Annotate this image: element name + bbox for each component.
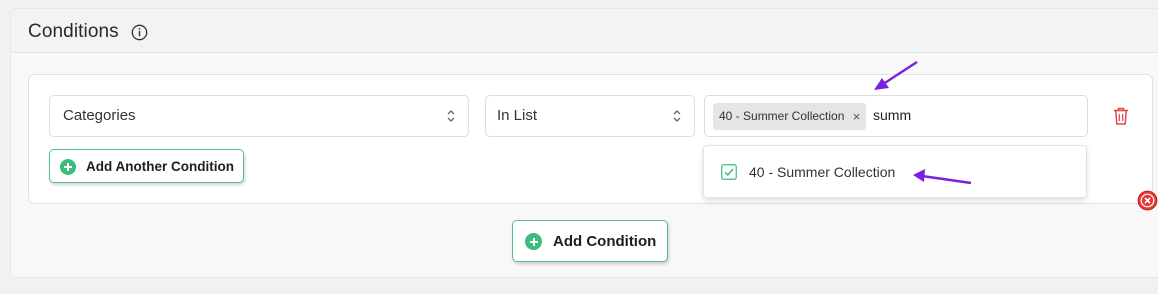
- multiselect-search-input[interactable]: summ: [873, 107, 911, 123]
- operator-select-value: In List: [497, 107, 538, 124]
- selected-tag-label: 40 - Summer Collection: [719, 109, 845, 123]
- add-condition-label: Add Condition: [553, 233, 657, 250]
- remove-tag-button[interactable]: ×: [853, 103, 861, 130]
- values-multiselect[interactable]: 40 - Summer Collection × summ: [704, 95, 1088, 137]
- panel-header: Conditions: [11, 9, 1158, 53]
- add-another-condition-label: Add Another Condition: [86, 159, 234, 174]
- up-down-chevron-icon: [447, 110, 455, 122]
- add-another-condition-button[interactable]: Add Another Condition: [49, 149, 244, 183]
- trash-icon[interactable]: [1112, 106, 1130, 126]
- plus-circle-icon: [525, 233, 542, 250]
- field-select[interactable]: Categories: [49, 95, 469, 137]
- values-dropdown: 40 - Summer Collection: [703, 145, 1087, 198]
- panel-title: Conditions: [28, 21, 119, 42]
- operator-select[interactable]: In List: [485, 95, 695, 137]
- checkbox-check-icon[interactable]: [721, 164, 737, 180]
- add-condition-button[interactable]: Add Condition: [512, 220, 668, 262]
- plus-circle-icon: [60, 159, 76, 175]
- selected-tag: 40 - Summer Collection ×: [713, 103, 867, 130]
- up-down-chevron-icon: [673, 110, 681, 122]
- dropdown-option-label[interactable]: 40 - Summer Collection: [749, 164, 895, 180]
- info-icon[interactable]: [131, 24, 148, 41]
- conditions-panel: Conditions Categories In List 40 - Summe…: [10, 8, 1158, 278]
- field-select-value: Categories: [63, 107, 136, 124]
- close-circle-icon[interactable]: [1137, 190, 1158, 211]
